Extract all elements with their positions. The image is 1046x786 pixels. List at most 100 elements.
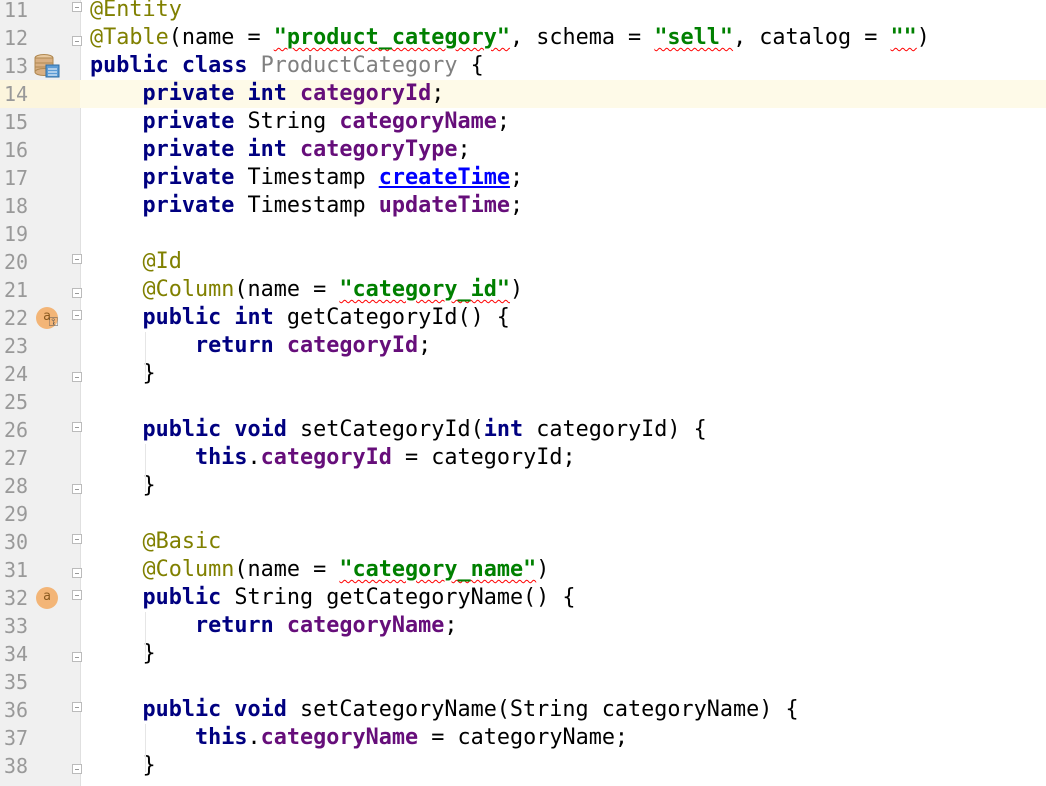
line-number[interactable]: 16: [0, 136, 80, 164]
code-token: categoryId) {: [536, 417, 707, 442]
code-line[interactable]: 38 }: [0, 752, 1046, 780]
line-number[interactable]: 11: [0, 0, 80, 24]
code-token: {: [457, 53, 484, 78]
code-line[interactable]: 18 private Timestamp updateTime;: [0, 192, 1046, 220]
code-line[interactable]: 24 }: [0, 360, 1046, 388]
line-number[interactable]: 27: [0, 444, 80, 472]
line-number[interactable]: 37: [0, 724, 80, 752]
code-line[interactable]: 32 a public String getCategoryName() {: [0, 584, 1046, 612]
fold-end-icon[interactable]: [72, 568, 82, 578]
line-number[interactable]: 29: [0, 500, 80, 528]
code-line[interactable]: 23 return categoryId;: [0, 332, 1046, 360]
line-number[interactable]: 38: [0, 752, 80, 780]
fold-collapse-icon[interactable]: [72, 702, 82, 712]
fold-collapse-icon[interactable]: [72, 254, 82, 264]
code-line[interactable]: 34 }: [0, 640, 1046, 668]
code-line[interactable]: 28 }: [0, 472, 1046, 500]
code-token: (name =: [234, 557, 340, 582]
code-token: int: [483, 417, 537, 442]
line-number[interactable]: 15: [0, 108, 80, 136]
code-text: public void setCategoryId(int categoryId…: [90, 416, 707, 444]
code-line[interactable]: 30 @Basic: [0, 528, 1046, 556]
fold-end-icon[interactable]: [72, 652, 82, 662]
attribute-key-icon[interactable]: a ⚿: [36, 307, 58, 329]
fold-end-icon[interactable]: [72, 372, 82, 382]
line-number[interactable]: 19: [0, 220, 80, 248]
code-token: categoryName: [260, 725, 419, 750]
code-token: "sell": [654, 25, 734, 50]
code-text: private int categoryId;: [90, 80, 444, 108]
indent-guide: [145, 724, 146, 772]
fold-collapse-icon[interactable]: [72, 2, 82, 12]
database-table-icon[interactable]: [34, 53, 60, 79]
code-token: String: [247, 109, 340, 134]
code-line[interactable]: 35: [0, 668, 1046, 696]
line-number[interactable]: 35: [0, 668, 80, 696]
fold-end-icon[interactable]: [72, 764, 82, 774]
fold-collapse-icon[interactable]: [72, 422, 82, 432]
code-line[interactable]: 17 private Timestamp createTime;: [0, 164, 1046, 192]
code-text: this.categoryId = categoryId;: [90, 444, 576, 472]
fold-collapse-icon[interactable]: [72, 310, 82, 320]
fold-end-icon[interactable]: [72, 484, 82, 494]
code-text: public class ProductCategory {: [90, 52, 484, 80]
line-number[interactable]: 21: [0, 276, 80, 304]
code-token: public int: [90, 305, 287, 330]
line-number[interactable]: 26: [0, 416, 80, 444]
code-line[interactable]: 31 @Column(name = "category_name"): [0, 556, 1046, 584]
code-text: private Timestamp createTime;: [90, 164, 523, 192]
code-token: public void: [90, 697, 300, 722]
line-number[interactable]: 12: [0, 24, 80, 52]
code-text: @Table(name = "product_category", schema…: [90, 24, 930, 52]
line-number[interactable]: 14: [0, 80, 80, 108]
code-line[interactable]: 37 this.categoryName = categoryName;: [0, 724, 1046, 752]
code-token: setCategoryId(: [299, 417, 484, 442]
attribute-icon[interactable]: a: [36, 587, 58, 609]
fold-end-icon[interactable]: [72, 288, 82, 298]
code-token: ;: [418, 333, 432, 358]
code-line[interactable]: 25: [0, 388, 1046, 416]
code-line[interactable]: 19: [0, 220, 1046, 248]
code-token: = categoryId;: [391, 445, 576, 470]
line-number[interactable]: 33: [0, 612, 80, 640]
code-line[interactable]: 29: [0, 500, 1046, 528]
code-line[interactable]: 13 public class ProductCategory {: [0, 52, 1046, 80]
line-number[interactable]: 36: [0, 696, 80, 724]
code-text: @Column(name = "category_name"): [90, 556, 549, 584]
code-token: this: [90, 445, 248, 470]
code-token: getCategoryId() {: [286, 305, 510, 330]
line-number[interactable]: 20: [0, 248, 80, 276]
code-line[interactable]: 21 @Column(name = "category_id"): [0, 276, 1046, 304]
line-number[interactable]: 17: [0, 164, 80, 192]
line-number[interactable]: 25: [0, 388, 80, 416]
code-line[interactable]: 16 private int categoryType;: [0, 136, 1046, 164]
code-token: , schema =: [509, 25, 655, 50]
code-line[interactable]: 27 this.categoryId = categoryId;: [0, 444, 1046, 472]
code-text: private Timestamp updateTime;: [90, 192, 523, 220]
code-token: ;: [457, 137, 471, 162]
line-number[interactable]: 23: [0, 332, 80, 360]
code-line[interactable]: 11 @Entity: [0, 0, 1046, 24]
code-line[interactable]: 26 public void setCategoryId(int categor…: [0, 416, 1046, 444]
code-line[interactable]: 36 public void setCategoryName(String ca…: [0, 696, 1046, 724]
line-number[interactable]: 30: [0, 528, 80, 556]
code-line[interactable]: 33 return categoryName;: [0, 612, 1046, 640]
line-number[interactable]: 34: [0, 640, 80, 668]
fold-end-icon[interactable]: [72, 36, 82, 46]
code-token: ;: [444, 613, 458, 638]
line-number[interactable]: 31: [0, 556, 80, 584]
indent-guide: [145, 612, 146, 660]
code-line[interactable]: 12 @Table(name = "product_category", sche…: [0, 24, 1046, 52]
code-line[interactable]: 20 @Id: [0, 248, 1046, 276]
line-number[interactable]: 18: [0, 192, 80, 220]
fold-collapse-icon[interactable]: [72, 534, 82, 544]
fold-collapse-icon[interactable]: [72, 590, 82, 600]
code-line[interactable]: 14 private int categoryId;: [0, 80, 1046, 108]
code-token[interactable]: createTime: [379, 165, 510, 190]
code-line[interactable]: 15 private String categoryName;: [0, 108, 1046, 136]
line-number[interactable]: 24: [0, 360, 80, 388]
code-token: categoryName: [286, 613, 445, 638]
line-number[interactable]: 28: [0, 472, 80, 500]
code-token: public class: [90, 53, 261, 78]
code-line[interactable]: 22 a ⚿ public int getCategoryId() {: [0, 304, 1046, 332]
